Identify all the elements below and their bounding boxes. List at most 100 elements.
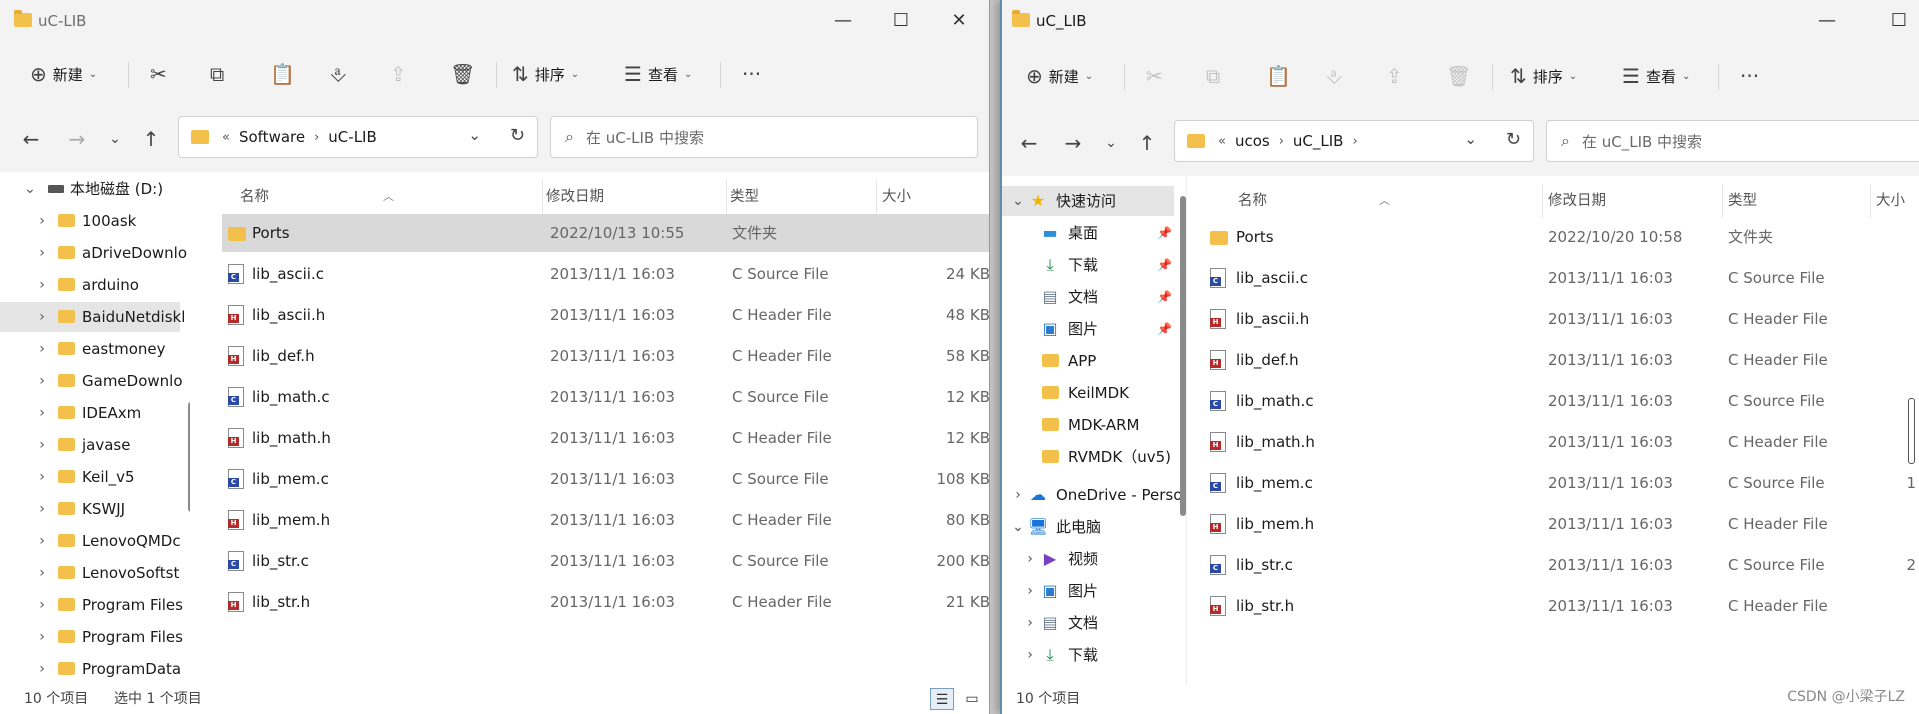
file-row[interactable]: Clib_ascii.c 2013/11/1 16:03 C Source File…: [222, 255, 989, 293]
file-row[interactable]: Hlib_math.h 2013/11/1 16:03 C Header File: [1196, 423, 1919, 461]
up-button[interactable]: ↑: [1132, 128, 1162, 158]
title-bar[interactable]: uC_LIB — ☐: [1002, 0, 1919, 42]
chevron-right-icon[interactable]: ›: [1352, 134, 1357, 149]
file-row[interactable]: Hlib_def.h 2013/11/1 16:03 C Header File: [1196, 341, 1919, 379]
chevron-right-icon[interactable]: ›: [34, 462, 50, 492]
column-header-type[interactable]: 类型: [1728, 184, 1757, 218]
file-name[interactable]: lib_math.c: [1236, 382, 1314, 420]
more-options-button[interactable]: ···: [742, 54, 761, 94]
chevron-down-icon[interactable]: ⌄: [1010, 512, 1026, 542]
sidebar-item-pc[interactable]: › ⤓ 下载: [1002, 640, 1178, 670]
column-divider[interactable]: [1722, 184, 1723, 218]
sidebar-item-folder[interactable]: › ProgramData: [0, 654, 181, 684]
file-name[interactable]: lib_mem.h: [1236, 505, 1314, 543]
column-header-size[interactable]: 大小: [882, 180, 911, 214]
forward-button[interactable]: →: [62, 124, 92, 154]
file-row[interactable]: Ports 2022/10/20 10:58 文件夹: [1196, 218, 1919, 256]
sidebar-item-folder[interactable]: › arduino: [0, 270, 180, 300]
sort-button[interactable]: ⇅ 排序 ⌄: [1510, 56, 1577, 96]
sidebar-item-quick[interactable]: APP: [1002, 346, 1178, 376]
back-button[interactable]: ←: [1014, 128, 1044, 158]
sidebar-item-folder[interactable]: › KSWJJ: [0, 494, 180, 524]
sidebar-item-folder[interactable]: › 100ask: [0, 206, 180, 236]
pin-icon[interactable]: 📌: [1157, 282, 1172, 312]
delete-button[interactable]: 🗑: [1446, 56, 1471, 96]
refresh-icon[interactable]: ↻: [510, 125, 525, 146]
file-name[interactable]: lib_mem.h: [252, 501, 330, 539]
sidebar-scrollbar[interactable]: [188, 402, 190, 512]
column-header-size[interactable]: 大小: [1876, 184, 1905, 218]
overflow-chevron-icon[interactable]: «: [1218, 134, 1226, 149]
file-list-scrollbar[interactable]: [1908, 398, 1915, 464]
chevron-right-icon[interactable]: ›: [34, 654, 50, 684]
sidebar-item-onedrive[interactable]: › ☁ OneDrive - Perso: [1002, 480, 1182, 510]
chevron-right-icon[interactable]: ›: [34, 430, 50, 460]
column-divider[interactable]: [876, 180, 877, 214]
sidebar-item-folder[interactable]: › javase: [0, 430, 180, 460]
sidebar-item-quick[interactable]: ▣ 图片 📌: [1002, 314, 1178, 344]
file-row[interactable]: Hlib_math.h 2013/11/1 16:03 C Header File 1…: [222, 419, 989, 457]
search-placeholder[interactable]: 在 uC_LIB 中搜索: [1582, 131, 1702, 152]
column-header-name[interactable]: 名称: [240, 180, 269, 214]
sidebar-item-folder[interactable]: › LenovoQMDc: [0, 526, 180, 556]
file-row[interactable]: Clib_math.c 2013/11/1 16:03 C Source File: [1196, 382, 1919, 420]
share-button[interactable]: ⇪: [1386, 56, 1403, 96]
view-button[interactable]: ☰ 查看 ⌄: [624, 54, 692, 94]
sidebar-item-folder[interactable]: › BaiduNetdiskl: [0, 302, 185, 332]
file-row[interactable]: Hlib_str.h 2013/11/1 16:03 C Header File: [1196, 587, 1919, 625]
sidebar-item-quick[interactable]: ⤓ 下载 📌: [1002, 250, 1178, 280]
breadcrumb-uc_lib[interactable]: uC_LIB: [1293, 132, 1344, 150]
file-row[interactable]: Clib_str.c 2013/11/1 16:03 C Source File 2: [1196, 546, 1919, 584]
file-name[interactable]: Ports: [252, 214, 290, 252]
tiles-view-button[interactable]: ▭: [960, 688, 984, 710]
paste-button[interactable]: 📋: [270, 54, 295, 94]
back-button[interactable]: ←: [16, 124, 46, 154]
maximize-button[interactable]: ☐: [884, 8, 918, 34]
file-row[interactable]: Clib_math.c 2013/11/1 16:03 C Source File 1…: [222, 378, 989, 416]
column-header-date[interactable]: 修改日期: [1548, 184, 1606, 218]
details-view-button[interactable]: ☰: [930, 688, 954, 710]
file-name[interactable]: lib_str.h: [252, 583, 310, 621]
search-placeholder[interactable]: 在 uC-LIB 中搜索: [586, 127, 704, 148]
search-box[interactable]: ⌕ 在 uC-LIB 中搜索: [550, 116, 978, 158]
recent-locations-button[interactable]: ⌄: [100, 124, 130, 154]
sidebar-item-folder[interactable]: › eastmoney: [0, 334, 180, 364]
file-name[interactable]: lib_math.h: [252, 419, 331, 457]
sidebar-item-quick-access[interactable]: ⌄ ★ 快速访问: [1002, 186, 1174, 216]
view-button[interactable]: ☰ 查看 ⌄: [1622, 56, 1690, 96]
maximize-button[interactable]: ☐: [1882, 8, 1916, 34]
cut-button[interactable]: ✂: [150, 54, 167, 94]
chevron-right-icon[interactable]: ›: [34, 398, 50, 428]
chevron-down-icon[interactable]: ⌄: [1464, 130, 1477, 148]
file-row[interactable]: Hlib_ascii.h 2013/11/1 16:03 C Header File: [1196, 300, 1919, 338]
file-name[interactable]: lib_mem.c: [1236, 464, 1313, 502]
sidebar-item-folder[interactable]: › Program Files: [0, 622, 183, 652]
copy-button[interactable]: ⧉: [1206, 56, 1220, 96]
new-button[interactable]: ⊕ 新建 ⌄: [30, 54, 97, 94]
forward-button[interactable]: →: [1058, 128, 1088, 158]
chevron-down-icon[interactable]: ⌄: [468, 126, 481, 144]
overflow-chevron-icon[interactable]: «: [222, 130, 230, 145]
file-row[interactable]: Hlib_str.h 2013/11/1 16:03 C Header File 21…: [222, 583, 989, 621]
more-options-button[interactable]: ···: [1740, 56, 1759, 96]
chevron-right-icon[interactable]: ›: [1279, 134, 1284, 149]
chevron-right-icon[interactable]: ›: [34, 302, 50, 332]
up-button[interactable]: ↑: [136, 124, 166, 154]
sidebar-item-quick[interactable]: RVMDK（uv5): [1002, 442, 1178, 472]
sidebar-item-folder[interactable]: › aDriveDownlo: [0, 238, 187, 268]
file-name[interactable]: lib_ascii.c: [1236, 259, 1308, 297]
sidebar-item-pc[interactable]: › ▣ 图片: [1002, 576, 1178, 606]
file-row[interactable]: Hlib_ascii.h 2013/11/1 16:03 C Header File…: [222, 296, 989, 334]
chevron-right-icon[interactable]: ›: [1022, 544, 1038, 574]
file-name[interactable]: lib_ascii.h: [252, 296, 325, 334]
chevron-right-icon[interactable]: ›: [34, 590, 50, 620]
column-divider[interactable]: [1870, 184, 1871, 218]
address-bar[interactable]: « Software › uC-LIB ⌄ ↻: [178, 116, 538, 158]
file-row[interactable]: Clib_str.c 2013/11/1 16:03 C Source File 20…: [222, 542, 989, 580]
breadcrumb-uc-lib[interactable]: uC-LIB: [328, 128, 376, 146]
share-button[interactable]: ⇪: [390, 54, 407, 94]
pin-icon[interactable]: 📌: [1157, 314, 1172, 344]
file-name[interactable]: lib_math.h: [1236, 423, 1315, 461]
chevron-down-icon[interactable]: ⌄: [22, 174, 38, 204]
chevron-right-icon[interactable]: ›: [34, 238, 50, 268]
